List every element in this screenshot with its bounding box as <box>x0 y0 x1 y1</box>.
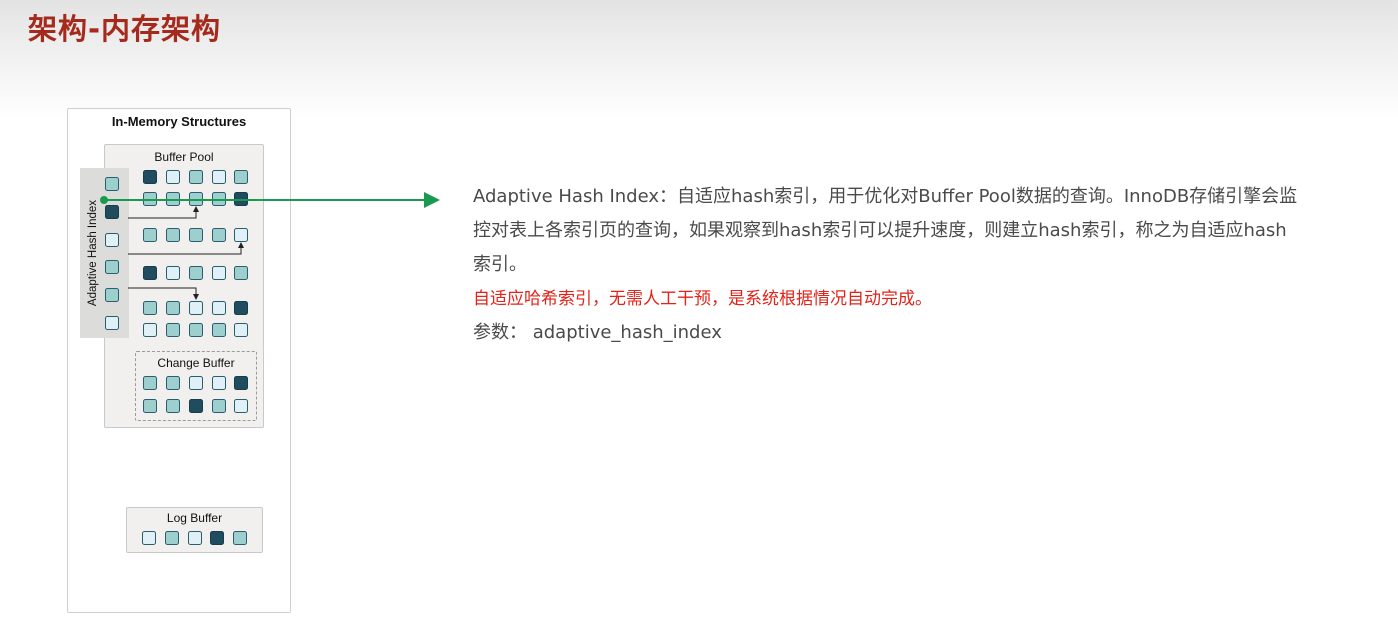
ahi-pointer-line-3 <box>128 287 199 300</box>
description-line-2: 控对表上各索引页的查询，如果观察到hash索引可以提升速度，则建立hash索引，… <box>473 220 1287 241</box>
description-line-1: Adaptive Hash Index：自适应hash索引，用于优化对Buffe… <box>473 186 1298 207</box>
description-line-3: 索引。 <box>473 254 527 275</box>
description-block: Adaptive Hash Index：自适应hash索引，用于优化对Buffe… <box>473 180 1323 350</box>
auto-complete-note: 自适应哈希索引，无需人工干预，是系统根据情况自动完成。 <box>473 289 932 309</box>
ahi-pointer-line-1 <box>128 206 199 219</box>
ahi-pointer-line-2 <box>128 242 244 255</box>
parameter-line: 参数： adaptive_hash_index <box>473 322 722 343</box>
